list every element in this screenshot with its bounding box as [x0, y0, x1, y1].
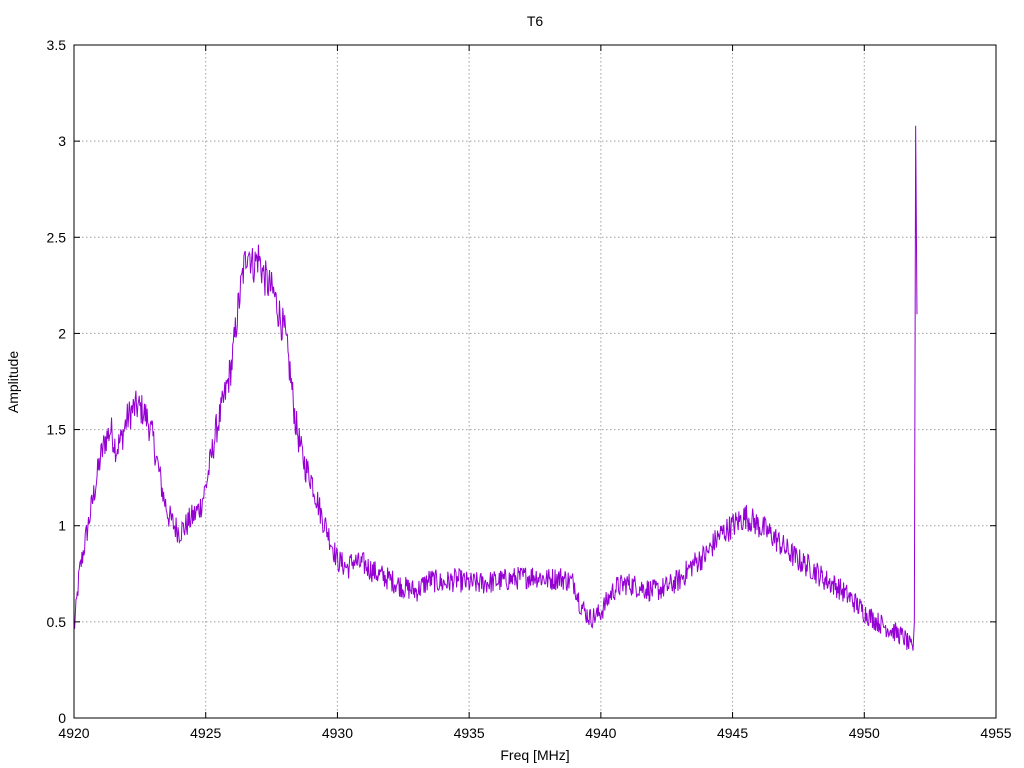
x-tick-label: 4955 — [980, 725, 1011, 741]
y-tick-label: 2 — [58, 325, 66, 341]
axis-ticks: 4920 4925 4930 4935 4940 4945 4950 4955 0 0.5 1 1.5… — [47, 37, 1012, 741]
grid-lines — [74, 45, 996, 718]
x-tick-label: 4940 — [585, 725, 616, 741]
x-tick-label: 4950 — [849, 725, 880, 741]
x-axis-label: Freq [MHz] — [500, 747, 569, 763]
chart-title: T6 — [527, 13, 544, 29]
y-tick-label: 3.5 — [47, 37, 67, 53]
series-line — [73, 125, 918, 651]
x-tick-label: 4935 — [454, 725, 485, 741]
y-tick-label: 1 — [58, 518, 66, 534]
y-tick-label: 0 — [58, 710, 66, 726]
x-tick-label: 4930 — [322, 725, 353, 741]
x-tick-label: 4925 — [190, 725, 221, 741]
plot-frame — [73, 44, 997, 719]
y-axis-label: Amplitude — [5, 351, 21, 413]
y-tick-label: 1.5 — [47, 422, 67, 438]
y-tick-label: 2.5 — [47, 229, 67, 245]
y-tick-label: 3 — [58, 133, 66, 149]
x-tick-label: 4920 — [58, 725, 89, 741]
y-tick-label: 0.5 — [47, 614, 67, 630]
x-tick-label: 4945 — [717, 725, 748, 741]
line-chart: 4920 4925 4930 4935 4940 4945 4950 4955 0 0.5 1 1.5… — [5, 13, 1012, 763]
series-group — [73, 125, 918, 651]
